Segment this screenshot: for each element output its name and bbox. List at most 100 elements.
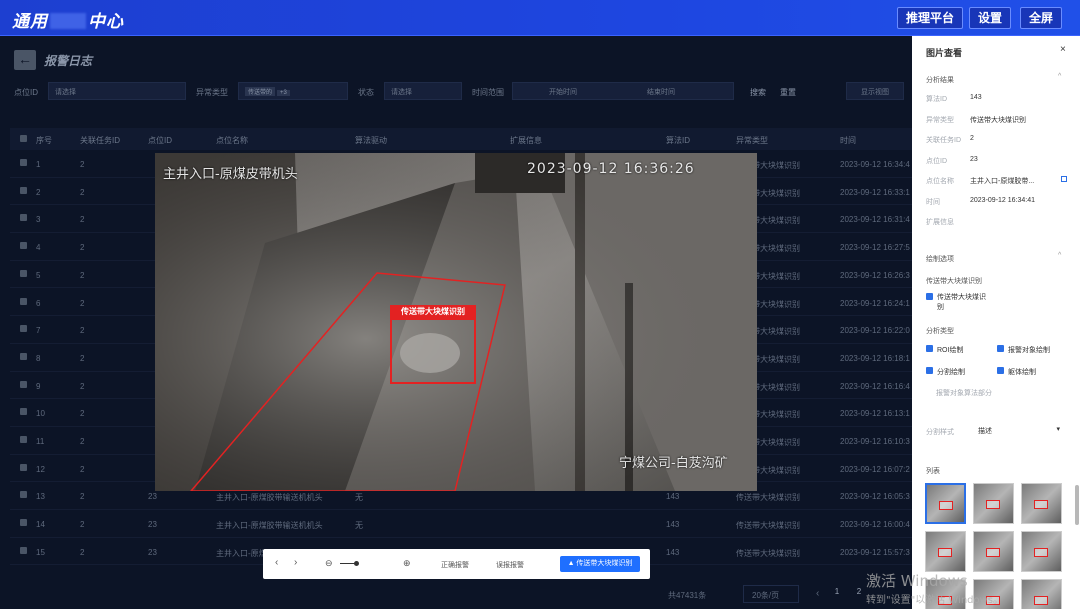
checkbox-alarm-object[interactable] [997,345,1004,352]
row-checkbox[interactable] [20,408,27,416]
thumbnail[interactable] [925,483,966,524]
app-title-suffix: 中心 [88,12,124,31]
cell-point: 23 [148,492,157,502]
cell-point: 23 [148,520,157,530]
page-size-select[interactable]: 20条/页 [743,585,799,603]
field-label: 异常类型 [926,116,954,124]
point-id-select[interactable]: 请选择 [48,82,186,100]
field-label: 点位ID [926,157,947,165]
cell-no: 3 [36,215,41,225]
th-time: 时间 [840,136,856,145]
total-count: 共47431条 [668,591,707,600]
row-checkbox[interactable] [20,242,27,250]
field-value: 2 [970,135,974,142]
row-checkbox[interactable] [20,436,27,443]
row-checkbox[interactable] [20,519,27,527]
cell-task: 2 [80,326,85,336]
row-checkbox[interactable] [20,352,27,360]
app: 通用 中心 推理平台 设置 全屏 ← 报警日志 点位ID 请选择 异常类型 传送带… [0,0,1080,609]
thumbnail[interactable] [973,483,1014,524]
type-select[interactable]: 传送带的 +3 [238,82,348,100]
panel-scrollbar[interactable] [1075,485,1079,525]
cell-type: 传送带大块煤识别 [736,548,800,558]
cell-name: 主井入口-原煤胶带输送机机头 [216,493,323,503]
end-time: 结束时间 [647,89,675,96]
zoom-out-icon[interactable]: ⊖ [325,558,333,569]
cell-task: 2 [80,353,85,363]
cell-no: 6 [36,298,41,308]
cell-time: 2023-09-12 16:22:0 [840,326,910,336]
th-type: 异常类型 [736,136,768,145]
cell-time: 2023-09-12 16:18:1 [840,353,910,363]
correct-alarm-button[interactable]: 正确报警 [441,560,469,570]
table-row[interactable]: 14 2 23 主井入口-原煤胶带输送机机头 无 143 传送带大块煤识别 2023-09-1… [10,510,912,538]
thumbnail[interactable] [1021,483,1062,524]
style-select-value: 描述 [978,428,992,435]
row-checkbox[interactable] [20,325,27,333]
row-checkbox[interactable] [20,159,27,166]
checkbox-alarm-object-label: 报警对象绘制 [1008,347,1050,354]
checkbox-segment[interactable] [926,367,933,374]
row-checkbox[interactable] [20,269,27,277]
row-checkbox[interactable] [20,380,27,388]
row-checkbox[interactable] [20,297,27,305]
sub-heading-class: 传送带大块煤识别 [926,278,982,285]
prev-page-icon[interactable]: ‹ [816,588,819,599]
status-select[interactable]: 请选择 [384,82,462,100]
cell-time: 2023-09-12 16:33:1 [840,187,910,197]
inference-platform-button[interactable]: 推理平台 [897,7,964,29]
settings-button[interactable]: 设置 [969,7,1012,29]
cell-no: 9 [36,381,41,391]
list-label: 列表 [926,468,940,475]
cell-name: 主井入口-原煤胶带输送机机头 [216,521,323,531]
row-checkbox[interactable] [20,546,27,554]
checkbox-body[interactable] [997,367,1004,374]
filter-bar: 点位ID 请选择 异常类型 传送带的 +3 状态 请选择 时间范围 开始时间 结束时… [0,80,912,104]
display-view-button[interactable]: 显示视图 [846,82,904,100]
thumbnail[interactable] [973,531,1014,572]
cell-no: 15 [36,547,45,557]
field-label: 关联任务ID [926,137,961,144]
close-icon[interactable]: × [1060,44,1066,55]
cell-task: 2 [80,160,85,169]
collapse-icon-2[interactable]: ^ [1058,252,1061,259]
thumbnail[interactable] [1021,579,1062,609]
style-select[interactable]: 描述 ▾ [974,424,1064,438]
cell-time: 2023-09-12 16:13:1 [840,409,910,419]
image-viewer: 主井入口-原煤皮带机头 2023-09-12 16:36:26 宁煤公司-白芨沟… [155,153,757,491]
class-filter-button[interactable]: ▲ 传送带大块煤识别 [560,556,640,572]
checkbox-roi[interactable] [926,345,933,352]
fullscreen-button[interactable]: 全屏 [1020,7,1063,29]
page-1[interactable]: 1 [830,587,844,601]
row-checkbox[interactable] [20,491,27,499]
zoom-in-icon[interactable]: ⊕ [403,558,411,569]
checkbox-class[interactable] [926,293,933,300]
thumbnail[interactable] [1021,531,1062,572]
thumbnail[interactable] [925,531,966,572]
zoom-slider-handle[interactable] [354,561,359,566]
search-button[interactable]: 搜索 [750,87,766,98]
section-analysis: 分析结果 [926,77,954,84]
sub-heading-type: 分析类型 [926,328,954,335]
camera-company-text: 宁煤公司-白芨沟矿 [619,456,728,471]
page-2[interactable]: 2 [852,587,866,601]
row-checkbox[interactable] [20,214,27,222]
row-checkbox[interactable] [20,463,27,471]
checkbox-segment-label: 分割绘制 [937,369,965,376]
prev-image-icon[interactable]: ‹ [275,557,278,568]
select-all-checkbox[interactable] [20,135,27,142]
next-image-icon[interactable]: › [294,557,297,568]
cell-task: 2 [80,381,85,391]
back-arrow-icon[interactable]: ← [14,50,36,70]
cell-no: 13 [36,492,45,502]
cell-no: 2 [36,187,41,197]
row-checkbox[interactable] [20,186,27,194]
false-alarm-button[interactable]: 误报报警 [496,560,524,570]
time-range-picker[interactable]: 开始时间 结束时间 [512,82,734,100]
reset-button[interactable]: 重置 [780,87,796,98]
cell-task: 2 [80,409,85,419]
th-ext: 扩展信息 [510,136,542,145]
cell-aid: 143 [666,520,680,530]
collapse-icon[interactable]: ^ [1058,73,1061,80]
copy-icon[interactable] [1061,176,1067,182]
